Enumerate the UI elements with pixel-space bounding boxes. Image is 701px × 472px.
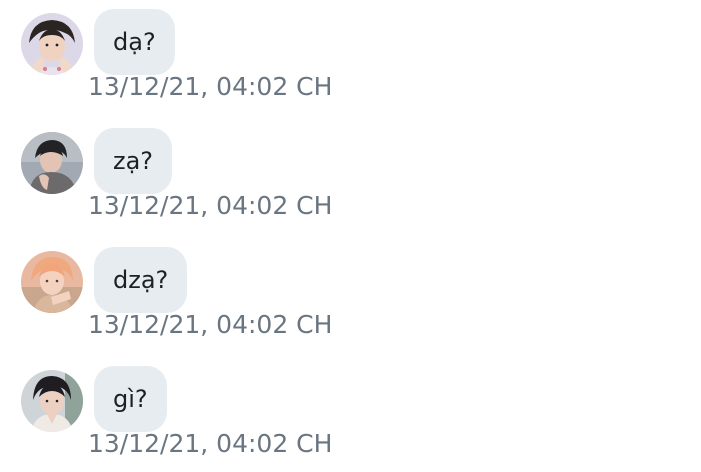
message-bubble[interactable]: zạ?	[94, 128, 173, 194]
message-bubble[interactable]: dạ?	[94, 9, 175, 75]
message-row: gì? 13/12/21, 04:02 CH	[0, 357, 701, 472]
person-photo-avatar-icon	[21, 132, 83, 194]
message-timestamp: 13/12/21, 04:02 CH	[88, 310, 333, 339]
avatar[interactable]	[21, 13, 83, 75]
person-photo-avatar-icon	[21, 13, 83, 75]
message-bubble[interactable]: gì?	[94, 366, 167, 432]
message-row: dạ? 13/12/21, 04:02 CH	[0, 0, 701, 118]
message-row: dzạ? 13/12/21, 04:02 CH	[0, 238, 701, 356]
message-text: gì?	[113, 385, 148, 413]
message-row: zạ? 13/12/21, 04:02 CH	[0, 119, 701, 237]
message-text: zạ?	[113, 147, 154, 175]
avatar[interactable]	[21, 370, 83, 432]
chat-message-list: dạ? 13/12/21, 04:02 CH zạ? 13/12/21, 04:…	[0, 0, 701, 472]
avatar[interactable]	[21, 132, 83, 194]
person-photo-avatar-icon	[21, 251, 83, 313]
person-photo-avatar-icon	[21, 370, 83, 432]
message-text: dzạ?	[113, 266, 169, 294]
message-bubble[interactable]: dzạ?	[94, 247, 188, 313]
message-timestamp: 13/12/21, 04:02 CH	[88, 191, 333, 220]
message-timestamp: 13/12/21, 04:02 CH	[88, 429, 333, 458]
avatar[interactable]	[21, 251, 83, 313]
message-text: dạ?	[113, 28, 156, 56]
message-timestamp: 13/12/21, 04:02 CH	[88, 72, 333, 101]
